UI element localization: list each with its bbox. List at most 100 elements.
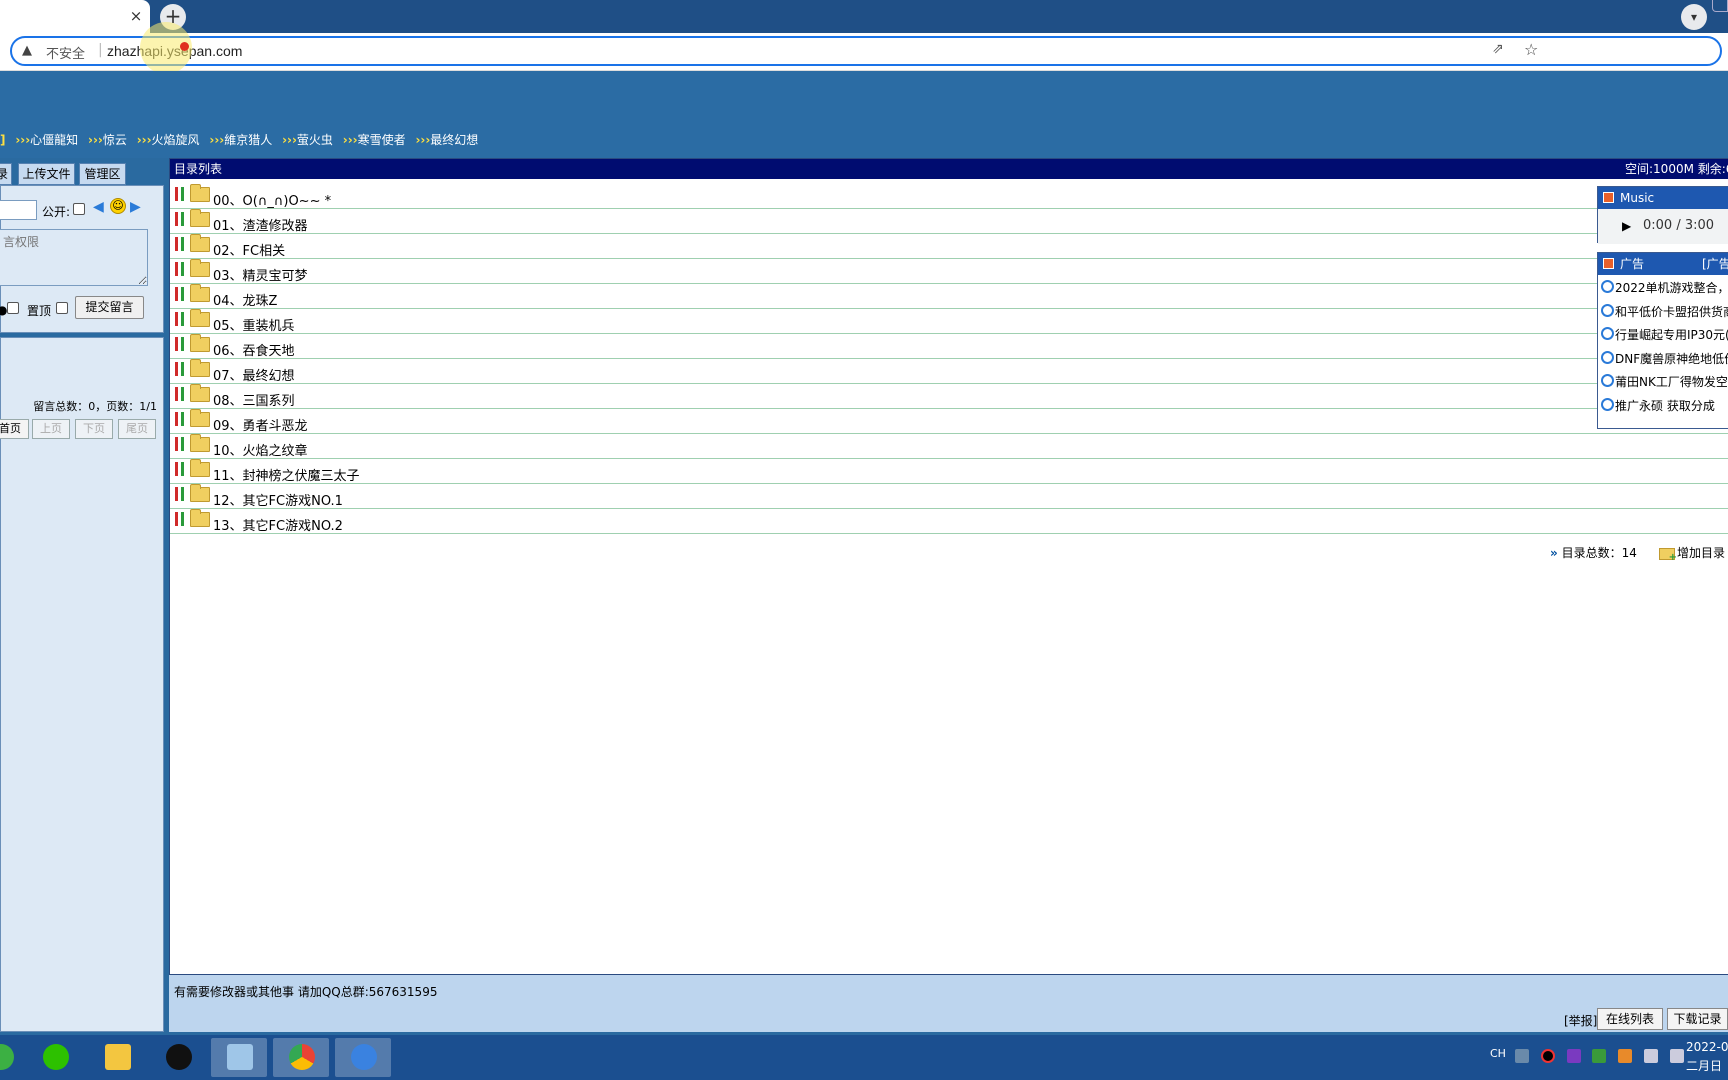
directory-name[interactable]: 10、火焰之纹章 <box>213 440 308 459</box>
ad-item[interactable]: DNF魔兽原神绝地低价 <box>1598 348 1728 372</box>
submit-message-button[interactable]: 提交留言 <box>75 296 144 319</box>
last-page-button[interactable]: 尾页 <box>118 419 156 439</box>
security-label[interactable]: 不安全 <box>46 43 85 62</box>
volume-icon[interactable] <box>1669 1048 1684 1063</box>
tab-upload[interactable]: 上传文件 <box>18 163 75 185</box>
directory-name[interactable]: 11、封神榜之伏魔三太子 <box>213 465 360 484</box>
chevron-down-icon[interactable]: ▾ <box>1681 4 1707 30</box>
download-log-button[interactable]: 下载记录 <box>1667 1008 1728 1030</box>
sort-icon[interactable] <box>175 212 189 226</box>
directory-row[interactable]: 05、重装机兵 <box>170 309 1728 334</box>
record-icon[interactable] <box>1540 1048 1555 1063</box>
add-directory-label[interactable]: 增加目录 <box>1677 546 1725 560</box>
sort-icon[interactable] <box>175 437 189 451</box>
next-page-button[interactable]: 下页 <box>75 419 113 439</box>
report-link[interactable]: [举报] <box>1564 1012 1597 1029</box>
nav-link[interactable]: 最终幻想 <box>430 133 478 147</box>
taskbar-chrome[interactable] <box>273 1038 329 1077</box>
directory-name[interactable]: 08、三国系列 <box>213 390 295 409</box>
sort-icon[interactable] <box>175 187 189 201</box>
nav-link[interactable]: 火焰旋风 <box>152 133 200 147</box>
add-directory-button[interactable]: 增加目录 <box>1659 544 1725 563</box>
browser-tab[interactable]: × <box>0 0 150 33</box>
input-method[interactable]: CH <box>1490 1047 1506 1060</box>
public-checkbox[interactable] <box>73 203 85 215</box>
directory-name[interactable]: 01、渣渣修改器 <box>213 215 308 234</box>
sort-icon[interactable] <box>175 487 189 501</box>
play-icon[interactable]: ▶ <box>1622 219 1631 233</box>
sort-icon[interactable] <box>175 512 189 526</box>
directory-row[interactable]: 08、三国系列 <box>170 384 1728 409</box>
sort-icon[interactable] <box>175 412 189 426</box>
tab-directory[interactable]: 录 <box>0 163 12 185</box>
ad-item[interactable]: 和平低价卡盟招供货商 <box>1598 301 1728 325</box>
directory-name[interactable]: 06、吞食天地 <box>213 340 295 359</box>
sort-icon[interactable] <box>175 237 189 251</box>
directory-row[interactable]: 04、龙珠Z <box>170 284 1728 309</box>
keyboard-icon[interactable] <box>1515 1048 1529 1063</box>
nav-link[interactable]: 寒雪使者 <box>358 133 406 147</box>
ad-item[interactable]: 莆田NK工厂得物发空 <box>1598 371 1728 395</box>
directory-name[interactable]: 04、龙珠Z <box>213 290 277 309</box>
taskbar-app[interactable] <box>0 1038 28 1077</box>
clock[interactable]: 2022-0 二月日 <box>1686 1038 1728 1076</box>
directory-name[interactable]: 00、O(∩_∩)O~~ * <box>213 190 331 209</box>
directory-row[interactable]: 11、封神榜之伏魔三太子 <box>170 459 1728 484</box>
bookmark-star-icon[interactable]: ☆ <box>1524 40 1538 59</box>
nav-link[interactable]: 心僵龍知 <box>30 133 78 147</box>
ad-item[interactable]: 行量崛起专用IP30元( <box>1598 324 1728 348</box>
app-tray-icon[interactable] <box>1566 1048 1581 1063</box>
directory-row[interactable]: 12、其它FC游戏NO.1 <box>170 484 1728 509</box>
nav-link[interactable]: 萤火虫 <box>297 133 333 147</box>
taskbar-qq[interactable] <box>150 1038 206 1077</box>
name-input[interactable] <box>0 200 37 220</box>
sort-icon[interactable] <box>175 462 189 476</box>
directory-row[interactable]: 09、勇者斗恶龙 <box>170 409 1728 434</box>
directory-row[interactable]: 01、渣渣修改器 <box>170 209 1728 234</box>
arrow-right-icon[interactable]: ▶ <box>130 199 141 215</box>
share-icon[interactable]: ⇗ <box>1492 41 1504 57</box>
directory-row[interactable]: 02、FC相关 <box>170 234 1728 259</box>
directory-row[interactable]: 13、其它FC游戏NO.2 <box>170 509 1728 534</box>
nav-link[interactable]: 維京猎人 <box>224 133 272 147</box>
directory-name[interactable]: 12、其它FC游戏NO.1 <box>213 490 343 509</box>
taskbar-explorer[interactable] <box>89 1038 145 1077</box>
directory-name[interactable]: 05、重装机兵 <box>213 315 295 334</box>
sort-icon[interactable] <box>175 362 189 376</box>
message-textarea[interactable] <box>0 229 148 286</box>
directory-name[interactable]: 03、精灵宝可梦 <box>213 265 308 284</box>
ad-corner-link[interactable]: [广告 <box>1702 253 1728 275</box>
tab-admin[interactable]: 管理区 <box>79 163 126 185</box>
sort-icon[interactable] <box>175 387 189 401</box>
directory-row[interactable]: 06、吞食天地 <box>170 334 1728 359</box>
taskbar-game[interactable] <box>335 1038 391 1077</box>
sort-icon[interactable] <box>175 312 189 326</box>
directory-row[interactable]: 03、精灵宝可梦 <box>170 259 1728 284</box>
directory-row[interactable]: 00、O(∩_∩)O~~ * <box>170 184 1728 209</box>
close-tab-icon[interactable]: × <box>128 7 144 25</box>
sort-icon[interactable] <box>175 337 189 351</box>
arrow-left-icon[interactable]: ◀ <box>93 199 104 215</box>
directory-name[interactable]: 13、其它FC游戏NO.2 <box>213 515 343 534</box>
security-tray-icon[interactable] <box>1592 1048 1607 1063</box>
option-checkbox[interactable] <box>7 302 19 314</box>
directory-name[interactable]: 07、最终幻想 <box>213 365 295 384</box>
ad-item[interactable]: 2022单机游戏整合， <box>1598 277 1728 301</box>
taskbar-notepad[interactable] <box>211 1038 267 1077</box>
taskbar-wechat[interactable] <box>27 1038 83 1077</box>
directory-row[interactable]: 07、最终幻想 <box>170 359 1728 384</box>
qq-tray-icon[interactable] <box>1618 1048 1633 1063</box>
directory-name[interactable]: 09、勇者斗恶龙 <box>213 415 308 434</box>
smiley-icon[interactable]: ☺ <box>110 198 126 214</box>
pin-checkbox[interactable] <box>56 302 68 314</box>
address-bar[interactable]: ▲ 不安全 | zhazhapi.ysepan.com ⇗ ☆ <box>10 36 1722 66</box>
first-page-button[interactable]: 首页 <box>0 419 29 439</box>
audio-player[interactable]: ▶ 0:00 / 3:00 <box>1598 209 1728 244</box>
sort-icon[interactable] <box>175 287 189 301</box>
network-icon[interactable] <box>1644 1048 1659 1063</box>
directory-name[interactable]: 02、FC相关 <box>213 240 285 259</box>
ad-item[interactable]: 推广永硕 获取分成 <box>1598 395 1728 419</box>
warning-icon[interactable]: ▲ <box>22 43 32 58</box>
online-list-button[interactable]: 在线列表 <box>1597 1008 1663 1030</box>
prev-page-button[interactable]: 上页 <box>32 419 70 439</box>
